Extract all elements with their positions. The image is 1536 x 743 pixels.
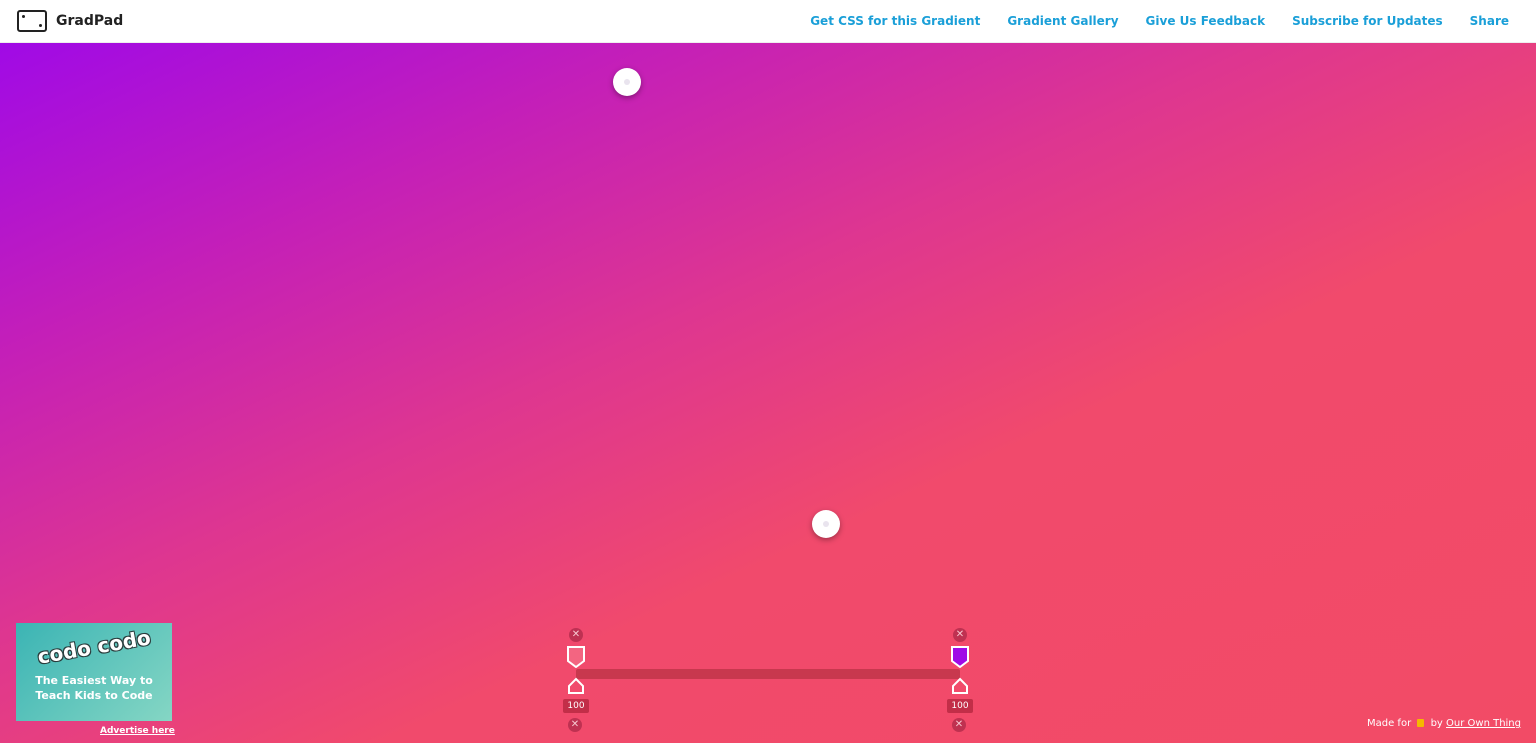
our-own-thing-link[interactable]: Our Own Thing — [1446, 718, 1521, 729]
delete-stop-1-bottom-icon[interactable]: ✕ — [568, 718, 582, 732]
made-for-footer: Made for by Our Own Thing — [1367, 718, 1521, 729]
nav-share[interactable]: Share — [1470, 14, 1509, 28]
gradient-canvas[interactable] — [0, 43, 1536, 743]
ad-text: The Easiest Way to Teach Kids to Code — [35, 674, 153, 702]
lock-icon — [1417, 719, 1425, 727]
top-bar: GradPad Get CSS for this Gradient Gradie… — [0, 0, 1536, 43]
stop-2-value[interactable]: 100 — [947, 699, 973, 713]
ad-logo: codo codo — [35, 625, 153, 669]
stop-1-color-swatch[interactable] — [567, 646, 585, 668]
stop-1-position-handle[interactable] — [567, 677, 585, 695]
gradpad-logo-icon — [17, 10, 47, 32]
delete-stop-1-icon[interactable]: ✕ — [569, 628, 583, 642]
delete-stop-2-icon[interactable]: ✕ — [953, 628, 967, 642]
nav-get-css[interactable]: Get CSS for this Gradient — [810, 14, 980, 28]
gradient-start-handle[interactable] — [613, 68, 641, 96]
stop-1-value[interactable]: 100 — [563, 699, 589, 713]
advertise-link[interactable]: Advertise here — [100, 726, 175, 736]
stop-2-position-handle[interactable] — [951, 677, 969, 695]
color-stop-bar[interactable] — [576, 669, 960, 679]
made-for-text: Made for — [1367, 718, 1412, 729]
by-text: by — [1430, 718, 1443, 729]
nav-subscribe[interactable]: Subscribe for Updates — [1292, 14, 1443, 28]
main-nav: Get CSS for this Gradient Gradient Galle… — [783, 14, 1509, 28]
delete-stop-2-bottom-icon[interactable]: ✕ — [952, 718, 966, 732]
stop-2-color-swatch[interactable] — [951, 646, 969, 668]
nav-gradient-gallery[interactable]: Gradient Gallery — [1007, 14, 1118, 28]
gradient-end-handle[interactable] — [812, 510, 840, 538]
brand[interactable]: GradPad — [17, 10, 123, 32]
app-title: GradPad — [56, 13, 124, 29]
advertisement[interactable]: codo codo The Easiest Way to Teach Kids … — [16, 623, 172, 721]
nav-feedback[interactable]: Give Us Feedback — [1146, 14, 1266, 28]
